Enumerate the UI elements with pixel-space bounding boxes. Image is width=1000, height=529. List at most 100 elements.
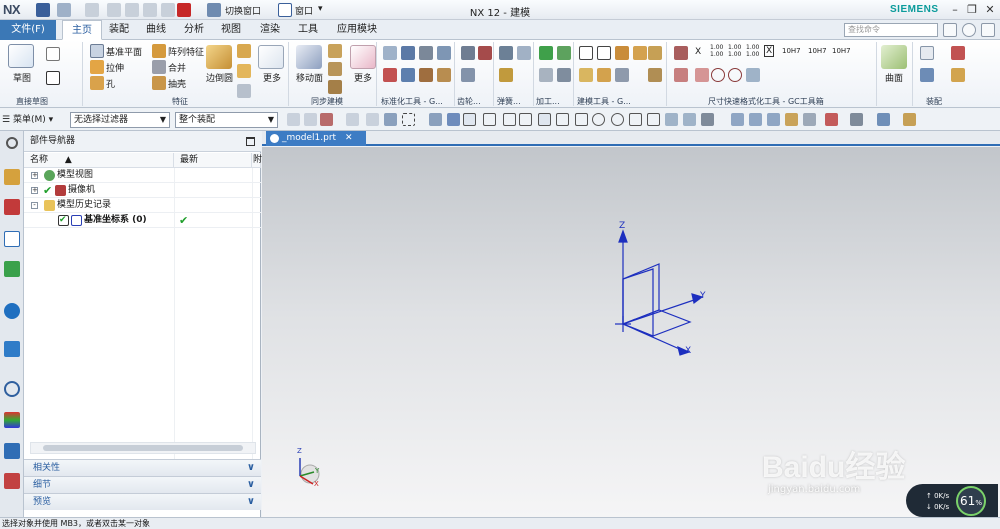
view-tool-1-icon[interactable] <box>731 113 744 126</box>
hole-icon[interactable] <box>90 76 104 90</box>
panel-dependencies[interactable]: 相关性 ∨ <box>24 459 261 476</box>
help-icon[interactable] <box>962 23 976 37</box>
column-header-attached[interactable]: 附 <box>252 153 262 168</box>
dimension-format-1-button[interactable]: 1.00 1.00 <box>710 44 723 58</box>
dimension-format-3-button[interactable]: 1.00 1.00 <box>746 44 759 58</box>
maximize-icon[interactable] <box>246 137 255 146</box>
snap-7-icon[interactable] <box>575 113 588 126</box>
view-tool-4-icon[interactable] <box>785 113 798 126</box>
draft-icon[interactable] <box>237 64 251 78</box>
more-sync-icon[interactable] <box>350 45 376 69</box>
machining-tool-1-icon[interactable] <box>539 46 553 60</box>
snap-4-icon[interactable] <box>519 113 532 126</box>
view-tool-2-icon[interactable] <box>749 113 762 126</box>
roles-icon[interactable] <box>4 443 20 459</box>
column-header-name[interactable]: 名称 ▲ <box>24 153 174 168</box>
view-tool-3-icon[interactable] <box>767 113 780 126</box>
snap-1-icon[interactable] <box>463 113 476 126</box>
reuse-library-icon[interactable] <box>4 261 20 277</box>
dimension-diameter-icon[interactable] <box>711 68 725 82</box>
modeling-tool-6-icon[interactable] <box>597 68 611 82</box>
system-scenes-icon[interactable] <box>4 473 20 489</box>
tab-home[interactable]: 主页 <box>62 20 102 40</box>
std-tool-7-icon[interactable] <box>437 68 451 82</box>
offset-region-icon[interactable] <box>328 62 342 76</box>
expand-icon[interactable]: + <box>31 172 38 179</box>
modeling-tool-2-icon[interactable] <box>597 46 611 60</box>
shell-button[interactable]: 抽壳 <box>168 77 186 90</box>
dimension-x-button[interactable]: X <box>695 47 701 57</box>
more-sync-button[interactable]: 更多 <box>354 71 372 84</box>
select-tool-1-icon[interactable] <box>287 113 300 126</box>
tab-model1-prt[interactable]: _model1.prt ✕ <box>266 131 366 146</box>
move-face-button[interactable]: 移动面 <box>296 71 323 84</box>
std-tool-5-icon[interactable] <box>401 68 415 82</box>
performance-gauge[interactable]: 61% <box>956 486 986 516</box>
surface-button[interactable]: 曲面 <box>885 71 903 84</box>
collapse-icon[interactable]: - <box>31 202 38 209</box>
horizontal-scrollbar[interactable] <box>30 442 256 454</box>
file-menu-tab[interactable]: 文件(F) <box>0 20 56 40</box>
snap-6-icon[interactable] <box>556 113 569 126</box>
dimension-tool-2-icon[interactable] <box>674 68 688 82</box>
tab-tools[interactable]: 工具 <box>293 20 323 40</box>
close-icon[interactable]: ✕ <box>982 3 998 17</box>
edge-blend-icon[interactable] <box>206 45 232 69</box>
std-tool-6-icon[interactable] <box>419 68 433 82</box>
restore-icon[interactable]: ❐ <box>964 3 980 17</box>
ribbon-options-icon[interactable] <box>943 23 957 37</box>
std-tool-4-icon[interactable] <box>383 68 397 82</box>
select-tool-4-icon[interactable] <box>346 113 359 126</box>
dimension-box-x-button[interactable]: X <box>764 45 775 57</box>
modeling-tool-3-icon[interactable] <box>615 46 629 60</box>
expand-icon[interactable]: + <box>31 187 38 194</box>
dimension-h7-1-button[interactable]: 10H7 <box>782 47 801 55</box>
extrude-button[interactable]: 拉伸 <box>106 61 124 74</box>
rectangle-icon[interactable] <box>46 71 60 85</box>
dimension-tool-4-icon[interactable] <box>746 68 760 82</box>
modeling-tool-5-icon[interactable] <box>579 68 593 82</box>
web-browser-icon[interactable] <box>4 303 20 319</box>
tree-row-cameras[interactable]: + ✔ 摄像机 <box>24 183 261 198</box>
view-tool-5-icon[interactable] <box>803 113 816 126</box>
extrude-icon[interactable] <box>90 60 104 74</box>
command-search-input[interactable]: 查找命令 <box>844 23 938 37</box>
select-tool-6-icon[interactable] <box>384 113 397 126</box>
menu-button[interactable]: ☰ 菜单(M) ▾ <box>2 112 53 128</box>
pull-face-icon[interactable] <box>328 44 342 58</box>
std-tool-3-icon[interactable] <box>419 46 433 60</box>
dimension-format-2-button[interactable]: 1.00 1.00 <box>728 44 741 58</box>
view-tool-9-icon[interactable] <box>903 113 916 126</box>
tab-view[interactable]: 视图 <box>216 20 246 40</box>
std-tool-2-icon[interactable] <box>401 46 415 60</box>
snap-12-icon[interactable] <box>665 113 678 126</box>
surface-icon[interactable] <box>881 45 907 69</box>
collapse-ribbon-icon[interactable] <box>981 23 995 37</box>
chamfer-icon[interactable] <box>237 44 251 58</box>
assembly-navigator-icon[interactable] <box>4 169 20 185</box>
select-tool-7-icon[interactable] <box>402 113 415 126</box>
scrollbar-thumb[interactable] <box>43 445 243 451</box>
tab-applications[interactable]: 应用模块 <box>332 20 382 40</box>
move-face-icon[interactable] <box>296 45 322 69</box>
modeling-tool-7-icon[interactable] <box>615 68 629 82</box>
tree-row-model-history[interactable]: - 模型历史记录 <box>24 198 261 213</box>
tree-row-datum-csys[interactable]: ✔ 基准坐标系 (0) ✔ <box>24 213 261 228</box>
datum-plane-button[interactable]: 基准平面 <box>106 45 142 58</box>
view-tool-7-icon[interactable] <box>850 113 863 126</box>
select-tool-8-icon[interactable] <box>429 113 442 126</box>
gear-modeling-icon[interactable] <box>461 46 475 60</box>
tree-row-model-views[interactable]: + 模型视图 <box>24 168 261 183</box>
constraint-navigator-icon[interactable] <box>4 199 20 215</box>
more-features-icon[interactable] <box>258 45 284 69</box>
part-navigator-icon[interactable] <box>4 231 20 247</box>
dimension-diameter-2-icon[interactable] <box>728 68 742 82</box>
dimension-tool-3-icon[interactable] <box>695 68 709 82</box>
add-component-icon[interactable] <box>920 46 934 60</box>
sketch-icon[interactable] <box>8 44 34 68</box>
snap-2-icon[interactable] <box>483 113 496 126</box>
snap-11-icon[interactable] <box>647 113 660 126</box>
settings-gear-icon[interactable] <box>6 137 18 149</box>
assembly-constraint-icon[interactable] <box>951 46 965 60</box>
snap-13-icon[interactable] <box>683 113 696 126</box>
